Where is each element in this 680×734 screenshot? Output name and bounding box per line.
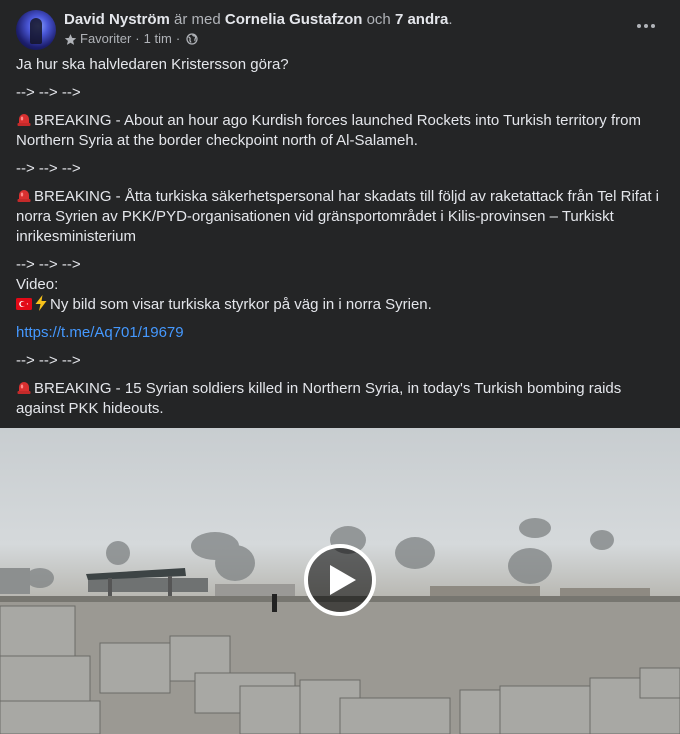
tagged-others[interactable]: 7 andra bbox=[395, 11, 448, 28]
breaking-item: BREAKING - About an hour ago Kurdish for… bbox=[16, 111, 666, 151]
video-label: Video: bbox=[16, 276, 59, 293]
author-line: David Nyström är med Cornelia Gustafzon … bbox=[64, 10, 452, 30]
turkey-flag-icon bbox=[16, 298, 32, 310]
post-header: David Nyström är med Cornelia Gustafzon … bbox=[16, 10, 664, 50]
breaking-item: BREAKING - Åtta turkiska säkerhetsperson… bbox=[16, 187, 666, 247]
play-button[interactable] bbox=[304, 544, 376, 616]
police-siren-icon bbox=[17, 114, 31, 126]
breaking-text-3: BREAKING - 15 Syrian soldiers killed in … bbox=[16, 380, 622, 417]
arrows-divider: --> --> --> bbox=[16, 256, 81, 273]
separator-dot-2: · bbox=[175, 31, 181, 46]
author-avatar[interactable] bbox=[16, 10, 56, 50]
separator-dot: · bbox=[135, 31, 140, 46]
telegram-link-wrap: https://t.me/Aq701/19679 bbox=[16, 323, 666, 343]
audience-label[interactable]: Favoriter bbox=[80, 30, 131, 48]
police-siren-icon bbox=[17, 190, 31, 202]
post-time[interactable]: 1 tim bbox=[144, 30, 172, 48]
post-text: Ja hur ska halvledaren Kristersson göra?… bbox=[16, 55, 666, 427]
author-name[interactable]: David Nyström bbox=[64, 11, 170, 28]
period: . bbox=[448, 11, 453, 28]
arrows-divider: --> --> --> bbox=[16, 160, 81, 177]
tagged-person[interactable]: Cornelia Gustafzon bbox=[225, 11, 363, 28]
breaking-text-2: BREAKING - Åtta turkiska säkerhetsperson… bbox=[16, 188, 659, 245]
arrows-divider: --> --> --> bbox=[16, 352, 81, 369]
lightning-icon bbox=[35, 295, 47, 311]
post-meta: Favoriter · 1 tim · bbox=[64, 30, 198, 48]
more-options-button[interactable] bbox=[634, 14, 658, 38]
with-text: är med bbox=[174, 11, 221, 28]
play-icon bbox=[330, 565, 356, 595]
and-text: och bbox=[366, 11, 391, 28]
post-intro: Ja hur ska halvledaren Kristersson göra? bbox=[16, 56, 289, 73]
more-horizontal-icon bbox=[637, 24, 655, 28]
video-description: Ny bild som visar turkiska styrkor på vä… bbox=[16, 295, 666, 315]
breaking-text-1: BREAKING - About an hour ago Kurdish for… bbox=[16, 112, 641, 149]
police-siren-icon bbox=[17, 382, 31, 394]
star-icon bbox=[64, 33, 77, 45]
video-player[interactable] bbox=[0, 428, 680, 734]
telegram-link[interactable]: https://t.me/Aq701/19679 bbox=[16, 324, 184, 341]
video-desc-text: Ny bild som visar turkiska styrkor på vä… bbox=[50, 296, 432, 313]
globe-icon bbox=[186, 33, 198, 45]
arrows-divider: --> --> --> bbox=[16, 84, 81, 101]
breaking-item: BREAKING - 15 Syrian soldiers killed in … bbox=[16, 379, 666, 419]
